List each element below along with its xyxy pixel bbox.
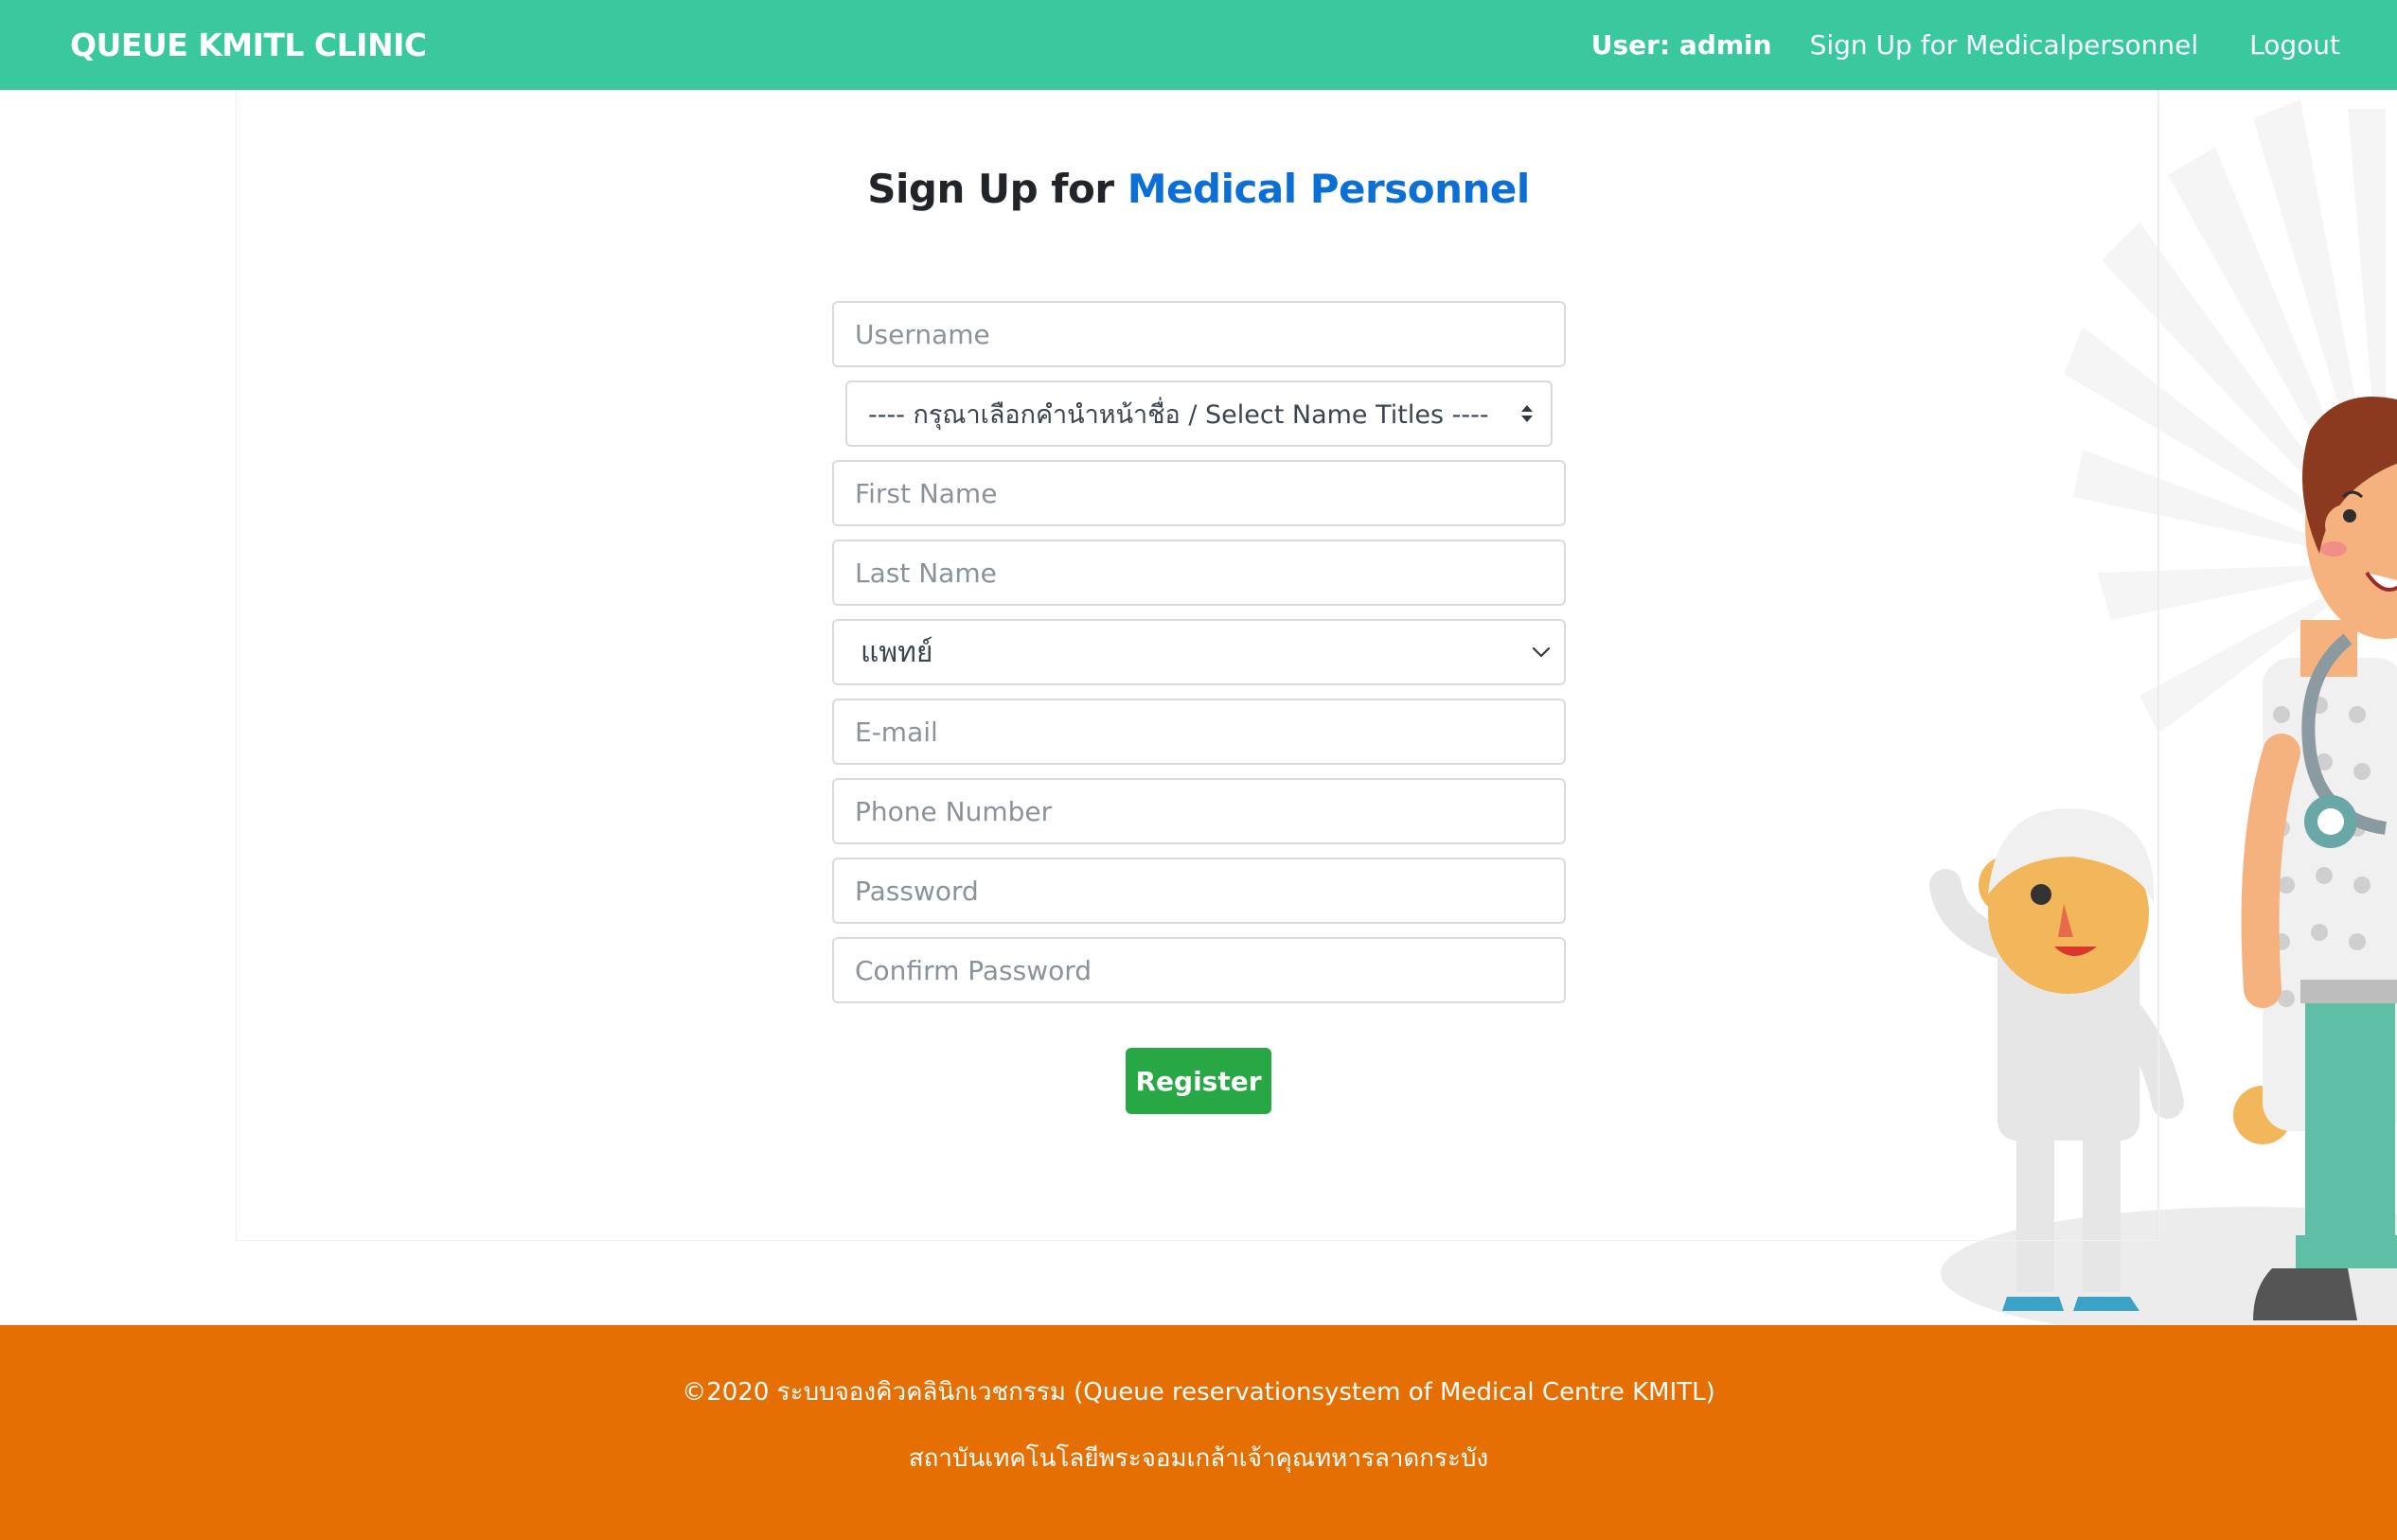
brand-link[interactable]: QUEUE KMITL CLINIC (70, 27, 427, 63)
footer-institute: สถาบันเทคโนโลยีพระจอมเกล้าเจ้าคุณทหารลาด… (908, 1444, 1489, 1473)
page-title-prefix: Sign Up for (867, 166, 1114, 212)
email-input[interactable] (832, 699, 1566, 765)
main-content: Sign Up for Medical Personnel ---- กรุณา… (0, 90, 2397, 1325)
chevron-down-icon (1532, 646, 1551, 658)
name-title-selected-value: ---- กรุณาเลือกคำนำหน้าชื่อ / Select Nam… (868, 399, 1489, 430)
password-input[interactable] (832, 858, 1566, 924)
confirm-password-input[interactable] (832, 937, 1566, 1003)
first-name-input[interactable] (832, 460, 1566, 526)
logout-link[interactable]: Logout (2249, 29, 2340, 61)
top-navbar: QUEUE KMITL CLINIC User: admin Sign Up f… (0, 0, 2397, 90)
select-updown-icon (1520, 403, 1534, 424)
role-select[interactable]: แพทย์ (832, 619, 1566, 685)
last-name-input[interactable] (832, 540, 1566, 606)
footer-copyright: ©2020 ระบบจองคิวคลินิกเวชกรรม (Queue res… (682, 1378, 1715, 1407)
register-button-wrap: Register (0, 1048, 2397, 1114)
role-selected-value: แพทย์ (861, 635, 933, 669)
signup-form: ---- กรุณาเลือกคำนำหน้าชื่อ / Select Nam… (832, 301, 1566, 1017)
nav-right-group: User: admin Sign Up for Medicalpersonnel… (1591, 29, 2340, 61)
phone-number-input[interactable] (832, 778, 1566, 844)
username-input[interactable] (832, 301, 1566, 367)
page-title-accent: Medical Personnel (1127, 166, 1531, 212)
signup-medical-personnel-link[interactable]: Sign Up for Medicalpersonnel (1810, 29, 2199, 61)
page-footer: ©2020 ระบบจองคิวคลินิกเวชกรรม (Queue res… (0, 1325, 2397, 1540)
name-title-select[interactable]: ---- กรุณาเลือกคำนำหน้าชื่อ / Select Nam… (845, 381, 1553, 447)
register-button[interactable]: Register (1126, 1048, 1271, 1114)
page-title: Sign Up for Medical Personnel (0, 166, 2397, 212)
current-user-label: User: admin (1590, 29, 1772, 61)
